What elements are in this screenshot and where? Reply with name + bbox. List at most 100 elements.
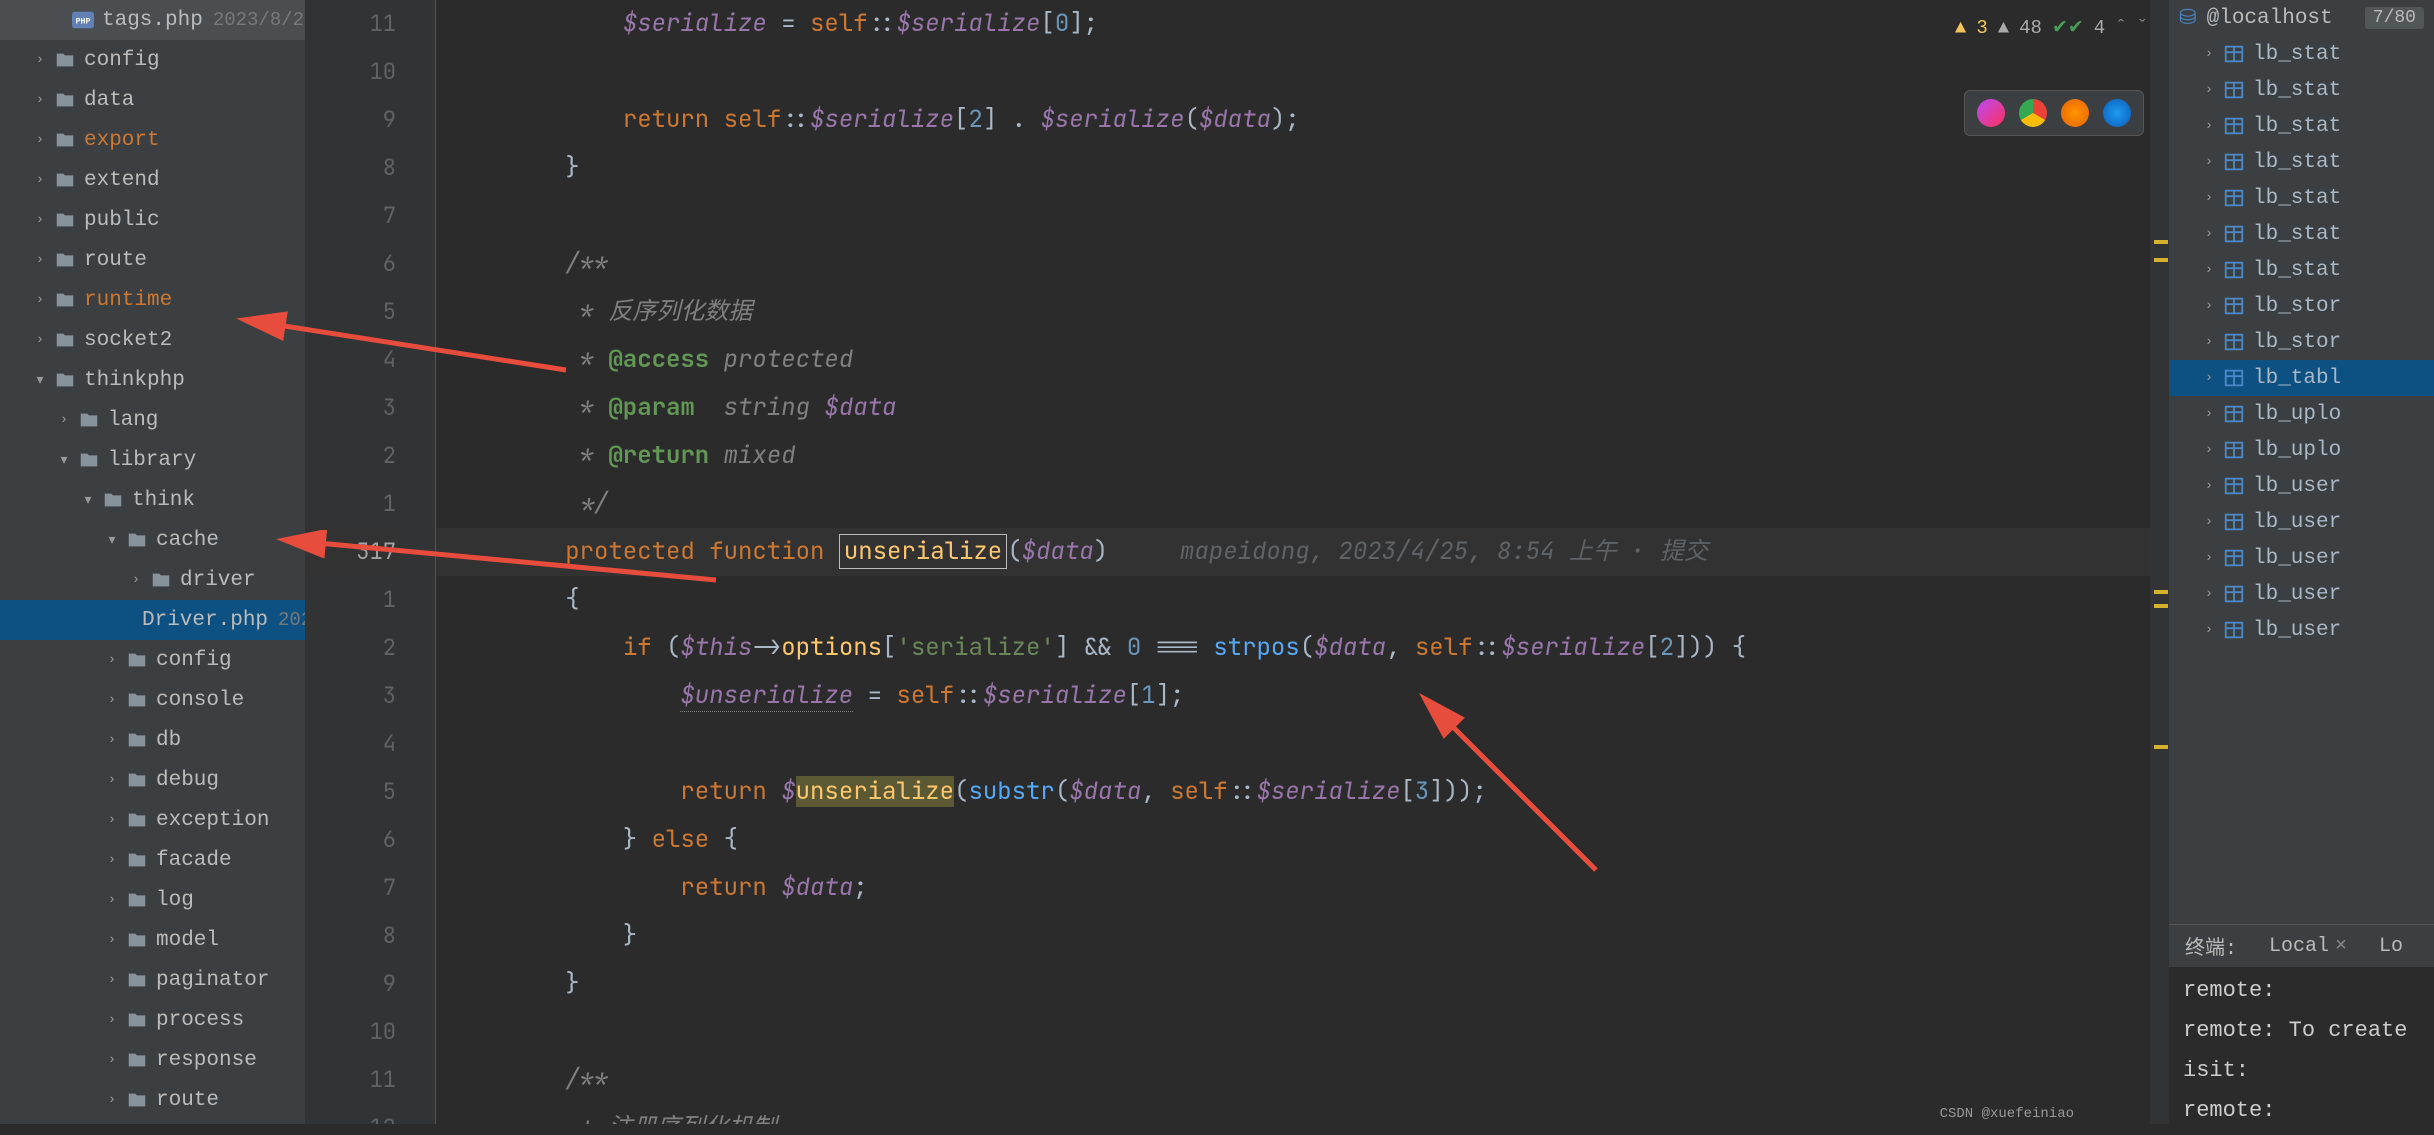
chevron-icon[interactable]: › (2201, 226, 2217, 242)
tree-item-socket2[interactable]: ›socket2 (0, 320, 305, 360)
terminal-output[interactable]: remote: remote: To create isit: remote: (2169, 967, 2434, 1135)
tree-item-cache[interactable]: ▾cache (0, 520, 305, 560)
chevron-icon[interactable]: › (2201, 118, 2217, 134)
db-table-item[interactable]: ›lb_stat (2169, 144, 2434, 180)
chevron-icon[interactable]: › (2201, 514, 2217, 530)
chevron-icon[interactable]: › (2201, 190, 2217, 206)
chevron-icon[interactable]: › (32, 92, 48, 108)
tree-item-lang[interactable]: ›lang (0, 400, 305, 440)
error-stripe[interactable] (2150, 0, 2168, 1124)
tree-item-facade[interactable]: ›facade (0, 840, 305, 880)
chevron-icon[interactable]: › (104, 972, 120, 988)
chevron-icon[interactable]: ▾ (56, 452, 72, 468)
chevron-icon[interactable]: › (2201, 46, 2217, 62)
chevron-icon[interactable]: ▾ (104, 532, 120, 548)
tree-item-debug[interactable]: ›debug (0, 760, 305, 800)
tree-item-log[interactable]: ›log (0, 880, 305, 920)
chevron-icon[interactable]: › (104, 892, 120, 908)
chevron-icon[interactable]: › (2201, 622, 2217, 638)
db-table-item[interactable]: ›lb_stor (2169, 288, 2434, 324)
chevron-icon[interactable]: › (2201, 154, 2217, 170)
db-table-item[interactable]: ›lb_stat (2169, 216, 2434, 252)
tree-item-db[interactable]: ›db (0, 720, 305, 760)
db-table-item[interactable]: ›lb_stat (2169, 108, 2434, 144)
chevron-down-icon[interactable]: ˇ (2137, 17, 2148, 39)
chevron-icon[interactable]: › (2201, 586, 2217, 602)
chevron-icon[interactable]: › (56, 412, 72, 428)
tree-item-process[interactable]: ›process (0, 1000, 305, 1040)
db-table-item[interactable]: ›lb_tabl (2169, 360, 2434, 396)
tree-item-route[interactable]: ›route (0, 240, 305, 280)
chevron-icon[interactable]: › (32, 172, 48, 188)
tree-item-exception[interactable]: ›exception (0, 800, 305, 840)
chevron-icon[interactable]: › (2201, 442, 2217, 458)
chevron-icon[interactable]: › (104, 772, 120, 788)
chevron-icon[interactable]: › (104, 812, 120, 828)
db-table-item[interactable]: ›lb_stat (2169, 72, 2434, 108)
db-table-item[interactable]: ›lb_user (2169, 504, 2434, 540)
chevron-icon[interactable]: › (2201, 298, 2217, 314)
chevron-icon[interactable]: › (2201, 262, 2217, 278)
tree-item-route[interactable]: ›route (0, 1080, 305, 1120)
chevron-icon[interactable]: › (32, 52, 48, 68)
tree-item-thinkphp[interactable]: ▾thinkphp (0, 360, 305, 400)
tree-item-extend[interactable]: ›extend (0, 160, 305, 200)
chrome-icon[interactable] (2019, 99, 2047, 127)
db-table-item[interactable]: ›lb_uplo (2169, 432, 2434, 468)
chevron-icon[interactable]: › (2201, 478, 2217, 494)
db-table-item[interactable]: ›lb_stat (2169, 36, 2434, 72)
firefox-icon[interactable] (2061, 99, 2089, 127)
chevron-icon[interactable]: › (32, 132, 48, 148)
phpstorm-icon[interactable] (1977, 99, 2005, 127)
terminal-tab-local[interactable]: Local× (2253, 927, 2363, 966)
close-icon[interactable]: × (2335, 935, 2347, 958)
inspections-widget[interactable]: ▲3 ▲48 ✔✔4 ˆ ˇ (1955, 16, 2148, 39)
tree-item-public[interactable]: ›public (0, 200, 305, 240)
db-table-item[interactable]: ›lb_uplo (2169, 396, 2434, 432)
tree-item-response[interactable]: ›response (0, 1040, 305, 1080)
tree-item-driver[interactable]: ›driver (0, 560, 305, 600)
chevron-icon[interactable]: › (104, 932, 120, 948)
db-table-item[interactable]: ›lb_stat (2169, 180, 2434, 216)
chevron-up-icon[interactable]: ˆ (2115, 17, 2126, 39)
tree-item-model[interactable]: ›model (0, 920, 305, 960)
chevron-icon[interactable]: › (2201, 82, 2217, 98)
tree-item-config[interactable]: ›config (0, 40, 305, 80)
chevron-icon[interactable]: › (2201, 406, 2217, 422)
chevron-icon[interactable]: › (104, 692, 120, 708)
tree-item-export[interactable]: ›export (0, 120, 305, 160)
chevron-icon[interactable]: › (2201, 550, 2217, 566)
tree-item-think[interactable]: ▾think (0, 480, 305, 520)
tree-item-config[interactable]: ›config (0, 640, 305, 680)
db-table-item[interactable]: ›lb_user (2169, 576, 2434, 612)
chevron-icon[interactable]: › (2201, 334, 2217, 350)
chevron-icon[interactable]: › (32, 292, 48, 308)
tree-item-data[interactable]: ›data (0, 80, 305, 120)
chevron-icon[interactable]: › (128, 572, 144, 588)
chevron-icon[interactable]: › (32, 212, 48, 228)
chevron-icon[interactable]: › (32, 332, 48, 348)
db-table-item[interactable]: ›lb_user (2169, 612, 2434, 648)
db-table-item[interactable]: ›lb_stat (2169, 252, 2434, 288)
chevron-icon[interactable]: › (32, 252, 48, 268)
tree-item-library[interactable]: ▾library (0, 440, 305, 480)
db-header[interactable]: ⛁ @localhost 7/80 (2169, 0, 2434, 36)
db-table-item[interactable]: ›lb_user (2169, 468, 2434, 504)
tree-item-paginator[interactable]: ›paginator (0, 960, 305, 1000)
tree-item-runtime[interactable]: ›runtime (0, 280, 305, 320)
chevron-icon[interactable]: › (104, 1052, 120, 1068)
chevron-icon[interactable]: › (104, 1012, 120, 1028)
terminal-tab-2[interactable]: Lo (2363, 927, 2419, 966)
tree-item-console[interactable]: ›console (0, 680, 305, 720)
tree-item-Driver-php[interactable]: CDriver.php2023/ (0, 600, 305, 640)
tree-file-tags[interactable]: PHP tags.php 2023/8/22, 10:06 (0, 0, 305, 40)
chevron-icon[interactable]: › (2201, 370, 2217, 386)
editor-body[interactable]: 1110987654321317123456789101112 $seriali… (306, 0, 2168, 1124)
db-table-item[interactable]: ›lb_user (2169, 540, 2434, 576)
chevron-icon[interactable]: › (104, 852, 120, 868)
chevron-icon[interactable]: › (104, 1092, 120, 1108)
code-content[interactable]: $serialize = self::$serialize[0]; return… (436, 0, 2150, 1124)
safari-icon[interactable] (2103, 99, 2131, 127)
chevron-icon[interactable]: ▾ (32, 372, 48, 388)
chevron-icon[interactable]: › (104, 652, 120, 668)
